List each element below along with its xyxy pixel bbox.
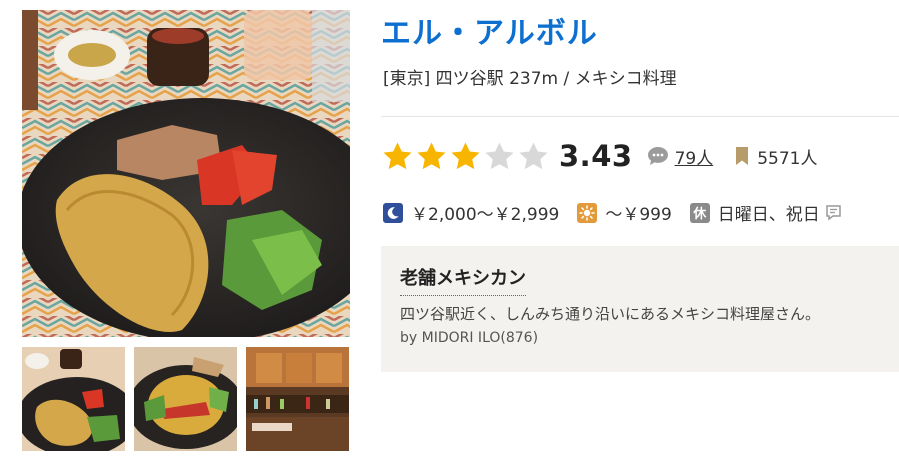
closed-days: 日曜日、祝日: [717, 205, 820, 225]
pr-author: by MIDORI ILO(876): [400, 330, 539, 346]
star-icon-filled: [417, 141, 446, 169]
rating-score: 3.43: [559, 139, 633, 173]
divider: [381, 116, 899, 117]
thumbnail-photo-2[interactable]: [134, 347, 237, 451]
rating-row: 3.43 79人 5571人: [381, 136, 817, 176]
star-icon-empty: [485, 141, 514, 169]
location-genre: [東京] 四ツ谷駅 237m / メキシコ料理: [383, 69, 677, 89]
dinner-price: ￥2,000～￥2,999: [411, 205, 560, 225]
reviews-count-link[interactable]: 79人: [675, 144, 714, 169]
thumbnail-photo-1[interactable]: [22, 347, 125, 451]
sun-icon: [577, 202, 598, 223]
star-icon-empty: [519, 141, 548, 169]
closed-badge-icon: 休: [689, 202, 710, 223]
bookmark-icon: [736, 147, 749, 165]
star-icon-filled: [451, 141, 480, 169]
thumbnail-photo-3[interactable]: [246, 347, 349, 451]
pr-body-text: 四ツ谷駅近く、しんみち通り沿いにあるメキシコ料理屋さん。: [400, 305, 821, 323]
moon-icon: [383, 202, 403, 223]
comment-icon: [647, 147, 668, 165]
star-icon-filled: [383, 141, 412, 169]
note-icon[interactable]: [825, 204, 842, 221]
restaurant-card: エル・アルボル [東京] 四ツ谷駅 237m / メキシコ料理 3.43 79人…: [0, 0, 899, 465]
price-row: ￥2,000～￥2,999 ～￥999 休 日曜日、祝日: [383, 200, 842, 225]
restaurant-name-link[interactable]: エル・アルボル: [381, 8, 598, 52]
bookmarks-count: 5571人: [757, 148, 818, 169]
star-rating: [381, 140, 550, 173]
lunch-price: ～￥999: [605, 205, 672, 225]
main-food-photo[interactable]: [22, 10, 350, 337]
pr-heading: 老舗メキシカン: [400, 264, 526, 296]
pr-comment-box: 老舗メキシカン 四ツ谷駅近く、しんみち通り沿いにあるメキシコ料理屋さん。 by …: [381, 246, 899, 372]
